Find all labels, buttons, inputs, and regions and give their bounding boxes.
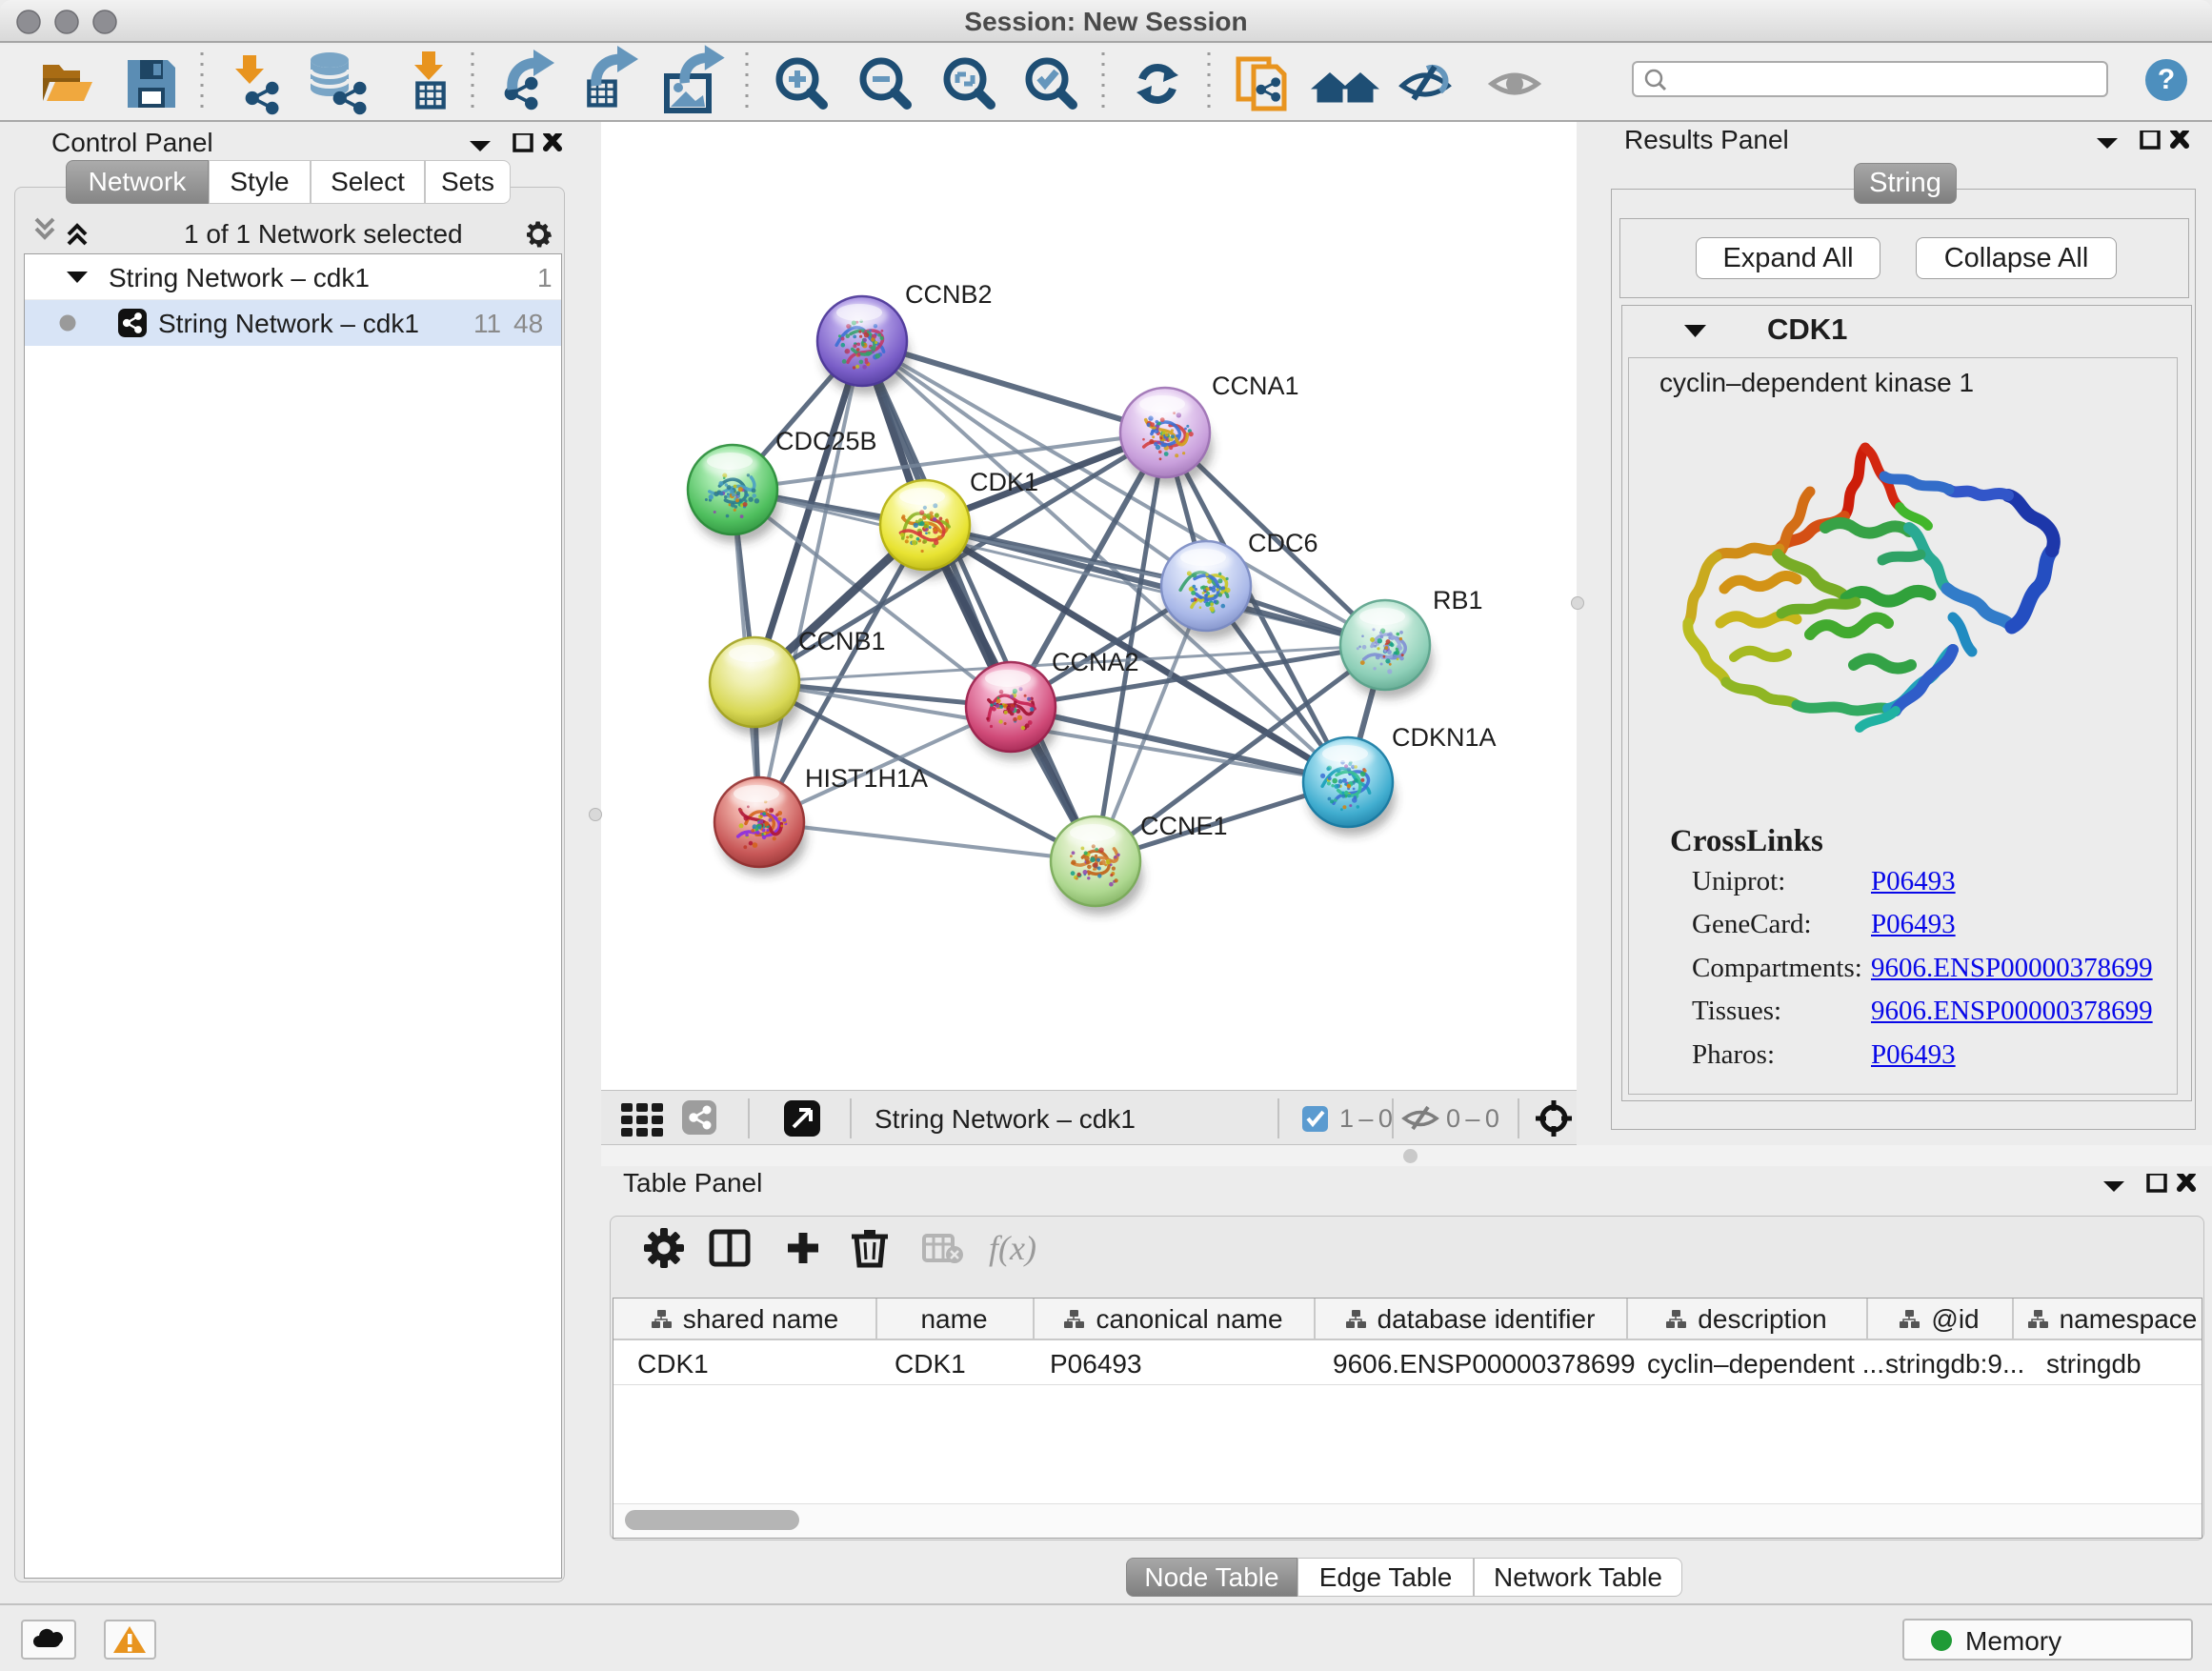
svg-text:String Network – cdk1: String Network – cdk1 xyxy=(875,1104,1136,1134)
svg-text:HIST1H1A: HIST1H1A xyxy=(805,764,928,793)
svg-text:CCNA1: CCNA1 xyxy=(1212,372,1299,400)
svg-text:CCNB1: CCNB1 xyxy=(798,627,886,655)
svg-text:CDC6: CDC6 xyxy=(1248,529,1318,557)
svg-text:f(x): f(x) xyxy=(989,1229,1036,1267)
svg-text:RB1: RB1 xyxy=(1433,586,1483,614)
svg-text:CCNA2: CCNA2 xyxy=(1052,648,1139,676)
svg-text:1 – 0: 1 – 0 xyxy=(1339,1104,1393,1133)
svg-text:CCNB2: CCNB2 xyxy=(905,280,993,309)
svg-text:CDK1: CDK1 xyxy=(970,468,1038,496)
svg-text:CDKN1A: CDKN1A xyxy=(1392,723,1497,752)
svg-text:CCNE1: CCNE1 xyxy=(1140,812,1228,840)
svg-text:CDC25B: CDC25B xyxy=(775,427,877,455)
svg-text:0 – 0: 0 – 0 xyxy=(1446,1104,1499,1133)
